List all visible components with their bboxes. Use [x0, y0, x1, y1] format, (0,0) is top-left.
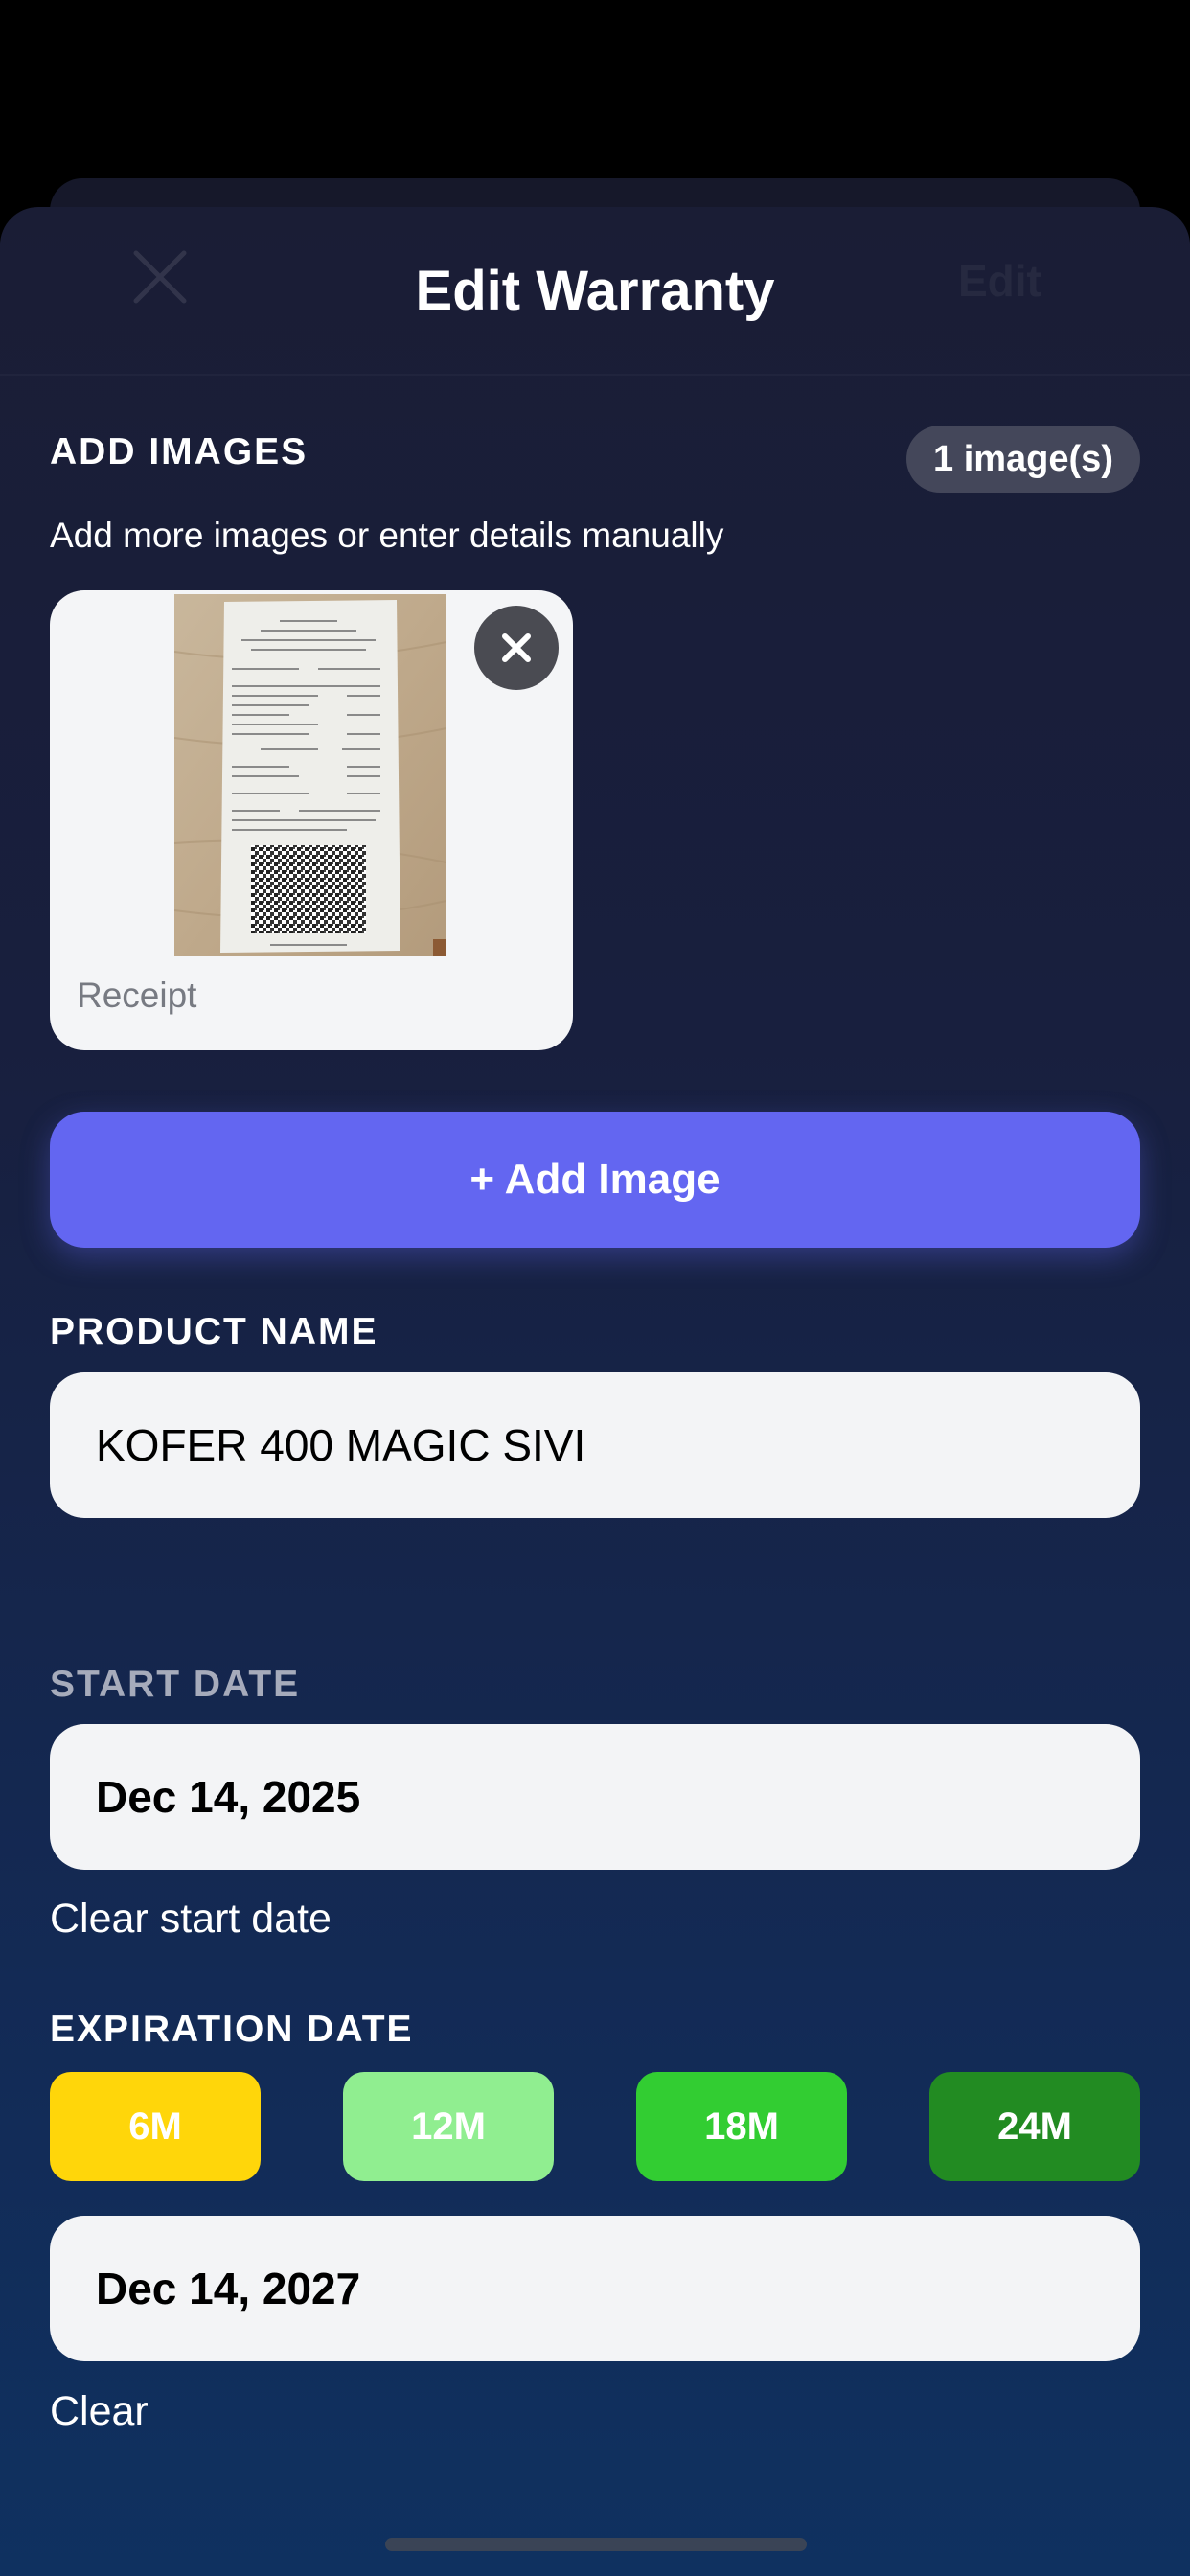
product-name-label: PRODUCT NAME [50, 1311, 378, 1352]
edit-button[interactable]: Edit [958, 255, 1041, 307]
clear-start-date-button[interactable]: Clear start date [50, 1896, 332, 1943]
clear-expiration-button[interactable]: Clear [50, 2388, 149, 2435]
add-image-button[interactable]: + Add Image [50, 1112, 1140, 1248]
add-images-helper: Add more images or enter details manuall… [50, 516, 724, 555]
product-name-field[interactable]: KOFER 400 MAGIC SIVI [50, 1372, 1140, 1518]
preset-12m-button[interactable]: 12M [343, 2072, 554, 2181]
preset-18m-button[interactable]: 18M [636, 2072, 847, 2181]
close-icon [502, 633, 531, 662]
home-indicator [385, 2538, 807, 2551]
preset-6m-button[interactable]: 6M [50, 2072, 261, 2181]
preset-24m-button[interactable]: 24M [929, 2072, 1140, 2181]
add-images-label: ADD IMAGES [50, 431, 309, 472]
sheet-header: Edit Warranty Edit [0, 207, 1190, 376]
receipt-image [174, 594, 446, 956]
start-date-label: START DATE [50, 1664, 301, 1705]
expiration-date-label: EXPIRATION DATE [50, 2009, 414, 2050]
remove-image-button[interactable] [474, 606, 559, 690]
image-count-badge: 1 image(s) [906, 426, 1140, 493]
expiration-date-field[interactable]: Dec 14, 2027 [50, 2216, 1140, 2361]
image-thumbnail-card[interactable]: Receipt [50, 590, 573, 1050]
edit-warranty-sheet: Edit Warranty Edit ADD IMAGES 1 image(s)… [0, 207, 1190, 2576]
start-date-field[interactable]: Dec 14, 2025 [50, 1724, 1140, 1870]
image-caption: Receipt [77, 976, 197, 1015]
